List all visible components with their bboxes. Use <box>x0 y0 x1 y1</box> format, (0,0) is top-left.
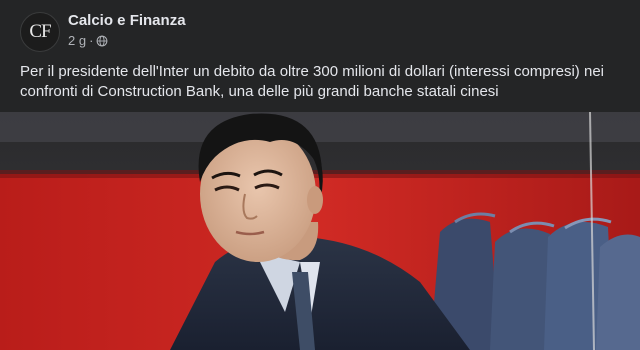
facebook-post: CF Calcio e Finanza 2 g · Per il preside… <box>0 0 640 350</box>
page-name-link[interactable]: Calcio e Finanza <box>68 12 186 29</box>
meta-separator: · <box>89 33 94 48</box>
post-timestamp[interactable]: 2 g <box>68 33 86 48</box>
post-meta: 2 g · <box>68 33 108 48</box>
post-photo[interactable] <box>0 112 640 350</box>
photo-illustration <box>0 112 640 350</box>
post-caption: Per il presidente dell'Inter un debito d… <box>20 63 604 100</box>
page-avatar[interactable]: CF <box>20 12 60 52</box>
avatar-logo-text: CF <box>29 21 51 42</box>
post-header: CF Calcio e Finanza 2 g · <box>0 0 640 60</box>
globe-icon <box>97 35 108 46</box>
